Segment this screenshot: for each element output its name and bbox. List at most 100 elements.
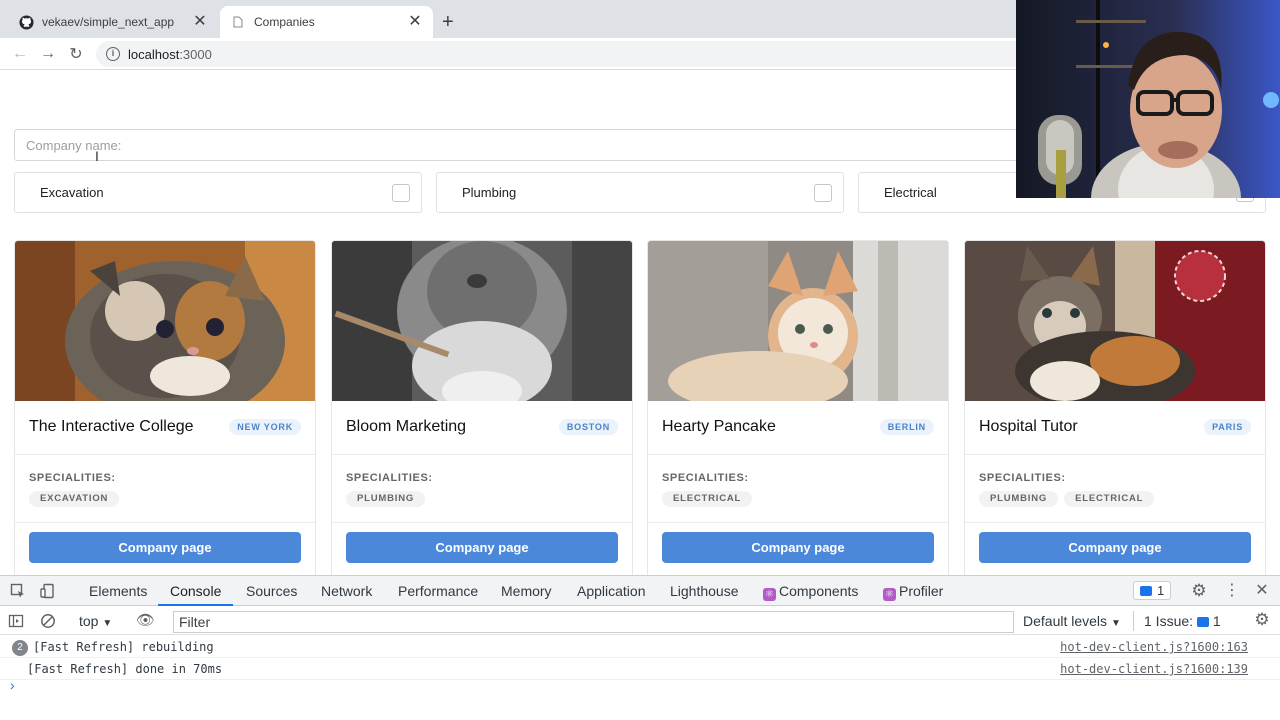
forward-arrow-icon[interactable]: → (38, 44, 58, 64)
speciality-tags: EXCAVATION (29, 491, 120, 507)
speciality-tags: PLUMBING ELECTRICAL (979, 491, 1155, 507)
company-page-button[interactable]: Company page (346, 532, 618, 563)
presenter-video (1016, 0, 1280, 198)
sidebar-toggle-icon[interactable] (8, 613, 24, 629)
issues-count: 1 (1212, 613, 1221, 629)
back-arrow-icon[interactable]: ← (10, 44, 30, 64)
devtools-tab-network[interactable]: Network (321, 576, 372, 606)
console-text: [Fast Refresh] done in 70ms (27, 662, 223, 676)
tab-title: Companies (254, 15, 315, 29)
filter-excavation[interactable]: Excavation (14, 172, 422, 213)
repeat-count-badge: 2 (12, 640, 28, 656)
close-icon[interactable]: ✕ (407, 14, 423, 30)
log-levels-dropdown[interactable]: Default levels ▼ (1023, 611, 1121, 634)
company-page-button[interactable]: Company page (29, 532, 301, 563)
console-message: [Fast Refresh] done in 70ms hot-dev-clie… (0, 658, 1280, 680)
company-page-button[interactable]: Company page (662, 532, 934, 563)
issues-label: 1 Issue: (1144, 613, 1194, 629)
filter-label: Plumbing (462, 185, 517, 200)
speciality-tag: EXCAVATION (29, 491, 120, 507)
devtools-tab-bar: Elements Console Sources Network Perform… (0, 576, 1280, 606)
messages-badge[interactable]: 1 (1133, 581, 1172, 600)
company-card: Hospital Tutor PARIS SPECIALITIES: PLUMB… (964, 240, 1266, 575)
divider (648, 454, 948, 455)
devtools-tab-elements[interactable]: Elements (89, 576, 147, 606)
close-devtools-icon[interactable]: ✕ (1254, 583, 1270, 599)
info-icon[interactable]: i (106, 47, 120, 61)
url-port: :3000 (179, 46, 212, 62)
levels-label: Default levels (1023, 613, 1108, 629)
city-badge: NEW YORK (229, 419, 301, 435)
search-placeholder: Company name: (26, 137, 122, 153)
filter-label: Electrical (884, 185, 937, 200)
filter-label: Excavation (40, 185, 104, 200)
settings-gear-icon[interactable]: ⚙ (1191, 582, 1207, 599)
tab-title: vekaev/simple_next_app (42, 15, 175, 29)
specialities-label: SPECIALITIES: (29, 472, 116, 484)
speciality-tag: ELECTRICAL (1064, 491, 1155, 507)
inspect-element-icon[interactable] (10, 583, 26, 599)
filter-plumbing[interactable]: Plumbing (436, 172, 844, 213)
clear-console-icon[interactable] (40, 613, 56, 629)
console-message: 2 [Fast Refresh] rebuilding hot-dev-clien… (0, 636, 1280, 658)
devtools-tab-memory[interactable]: Memory (501, 576, 552, 606)
dropdown-arrow-icon: ▼ (102, 618, 113, 629)
close-icon[interactable]: ✕ (192, 14, 208, 30)
divider (965, 522, 1265, 523)
divider (648, 522, 948, 523)
react-icon: ⚛ (763, 588, 776, 601)
devtools-tab-console[interactable]: Console (158, 576, 234, 606)
console-filter-bar: top ▼ 👁 Filter Default levels ▼ 1 Issue:… (0, 607, 1280, 635)
speciality-tag: PLUMBING (346, 491, 426, 507)
console-source-link[interactable]: hot-dev-client.js?1600:163 (1060, 636, 1248, 658)
devtools-tab-components[interactable]: ⚛ Components (763, 576, 858, 606)
company-name: Hospital Tutor (979, 418, 1078, 435)
console-source-link[interactable]: hot-dev-client.js?1600:139 (1060, 658, 1248, 680)
tab-label: Profiler (899, 583, 944, 599)
devtools-tab-performance[interactable]: Performance (398, 576, 478, 606)
kitten-image (15, 241, 315, 401)
devtools-tab-lighthouse[interactable]: Lighthouse (670, 576, 739, 606)
speciality-tags: ELECTRICAL (662, 491, 753, 507)
divider (15, 522, 315, 523)
address-bar[interactable]: i localhost:3000 (96, 41, 1036, 67)
more-options-icon[interactable]: ⋮ (1224, 583, 1240, 599)
page-icon (230, 14, 246, 30)
eye-icon[interactable]: 👁 (136, 613, 155, 629)
speciality-tags: PLUMBING (346, 491, 426, 507)
issues-button[interactable]: 1 Issue: 1 (1133, 611, 1221, 631)
city-badge: BERLIN (879, 419, 934, 435)
context-label: top (79, 613, 99, 629)
company-name: The Interactive College (29, 418, 194, 435)
tab-label: Components (779, 583, 859, 599)
company-name: Bloom Marketing (346, 418, 467, 435)
devtools-tab-application[interactable]: Application (577, 576, 646, 606)
company-card: Hearty Pancake BERLIN SPECIALITIES: ELEC… (647, 240, 949, 575)
divider (15, 454, 315, 455)
kitten-image (332, 241, 632, 401)
github-icon (18, 14, 34, 30)
device-toolbar-icon[interactable] (40, 583, 56, 599)
specialities-label: SPECIALITIES: (662, 472, 749, 484)
company-name: Hearty Pancake (662, 418, 776, 435)
browser-tab-companies[interactable]: Companies ✕ (220, 6, 433, 38)
reload-icon[interactable]: ↻ (66, 44, 86, 64)
console-prompt-chevron-icon[interactable]: › (10, 677, 15, 693)
divider (332, 522, 632, 523)
kitten-image (965, 241, 1265, 401)
speciality-tag: PLUMBING (979, 491, 1059, 507)
new-tab-plus-icon[interactable]: + (442, 11, 454, 33)
filter-placeholder: Filter (179, 614, 211, 630)
filter-checkbox[interactable] (392, 184, 410, 202)
company-page-button[interactable]: Company page (979, 532, 1251, 563)
browser-tab-github[interactable]: vekaev/simple_next_app ✕ (8, 6, 218, 38)
context-selector[interactable]: top ▼ (79, 611, 112, 634)
devtools-tab-sources[interactable]: Sources (246, 576, 297, 606)
console-settings-gear-icon[interactable]: ⚙ (1254, 611, 1270, 628)
text-cursor-icon: I (95, 148, 99, 164)
devtools-tab-profiler[interactable]: ⚛ Profiler (883, 576, 943, 606)
divider (965, 454, 1265, 455)
filter-checkbox[interactable] (814, 184, 832, 202)
message-icon (1140, 586, 1152, 596)
console-filter-input[interactable]: Filter (173, 611, 1014, 633)
